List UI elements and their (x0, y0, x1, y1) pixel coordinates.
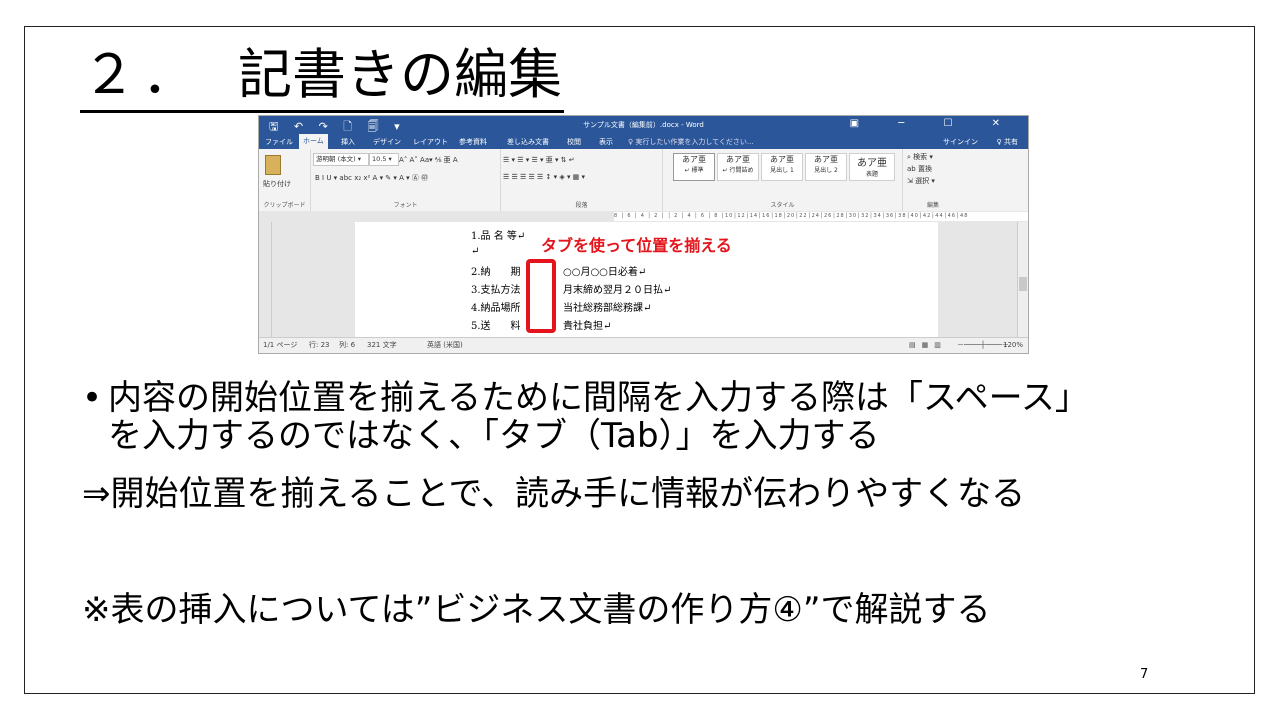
zoom-slider[interactable]: －────┼────＋ (957, 338, 1009, 353)
style-heading-1[interactable]: あア亜見出し 1 (761, 153, 803, 181)
doc-line-value: 当社総務部総務課↵ (563, 303, 652, 314)
doc-line-label: 3.支払方法 (471, 285, 521, 296)
group-styles: あア亜 ↵ 標準 あア亜 ↵ 行間詰め あア亜見出し 1 あア亜見出し 2 あア亜表… (663, 149, 903, 211)
bullet-point-1: • 内容の開始位置を揃えるために間隔を入力する際は「スペース」 (82, 378, 1089, 418)
style-sample: あア亜 (814, 155, 838, 164)
group-font: 游明朝 (本文) ▾ 10.5 ▾ A˄ A˅ Aa▾ ⅍ 亜 A B I U … (311, 149, 501, 211)
format-tools[interactable]: B I U ▾ abc x₂ x² A ▾ ✎ ▾ A ▾ Ⓐ ㊞ (315, 173, 428, 183)
tab-home[interactable]: ホーム (299, 134, 328, 149)
style-name: ↵ 標準 (684, 167, 704, 174)
doc-line-1: 1.品 名 等↵ (471, 227, 526, 242)
status-line: 行: 23 (309, 341, 330, 349)
slide-title-text: 記書きの編集 (238, 43, 562, 106)
tab-layout[interactable]: レイアウト (413, 137, 448, 147)
replace-button[interactable]: ab 置換 (907, 164, 932, 174)
doc-line-label: 1.品 名 等↵ (471, 231, 526, 242)
style-sample: あア亜 (770, 155, 794, 164)
vertical-ruler (259, 222, 272, 339)
tab-references[interactable]: 参考資料 (459, 137, 487, 147)
style-no-spacing[interactable]: あア亜 ↵ 行間詰め (717, 153, 759, 181)
group-label-clipboard: クリップボード (263, 202, 306, 209)
status-language[interactable]: 英語 (米国) (427, 338, 463, 353)
group-label-font: フォント (393, 202, 418, 209)
status-bar: 1/1 ページ 行: 23 列: 6 321 文字 英語 (米国) ▤▦▥ －─… (259, 337, 1028, 353)
document-area: 1.品 名 等↵ ↵ 2.納 期 ○○月○○日必着↵ 3.支払方法 月末締め翌月２０… (259, 222, 1028, 339)
status-page[interactable]: 1/1 ページ (263, 338, 297, 353)
style-sample: あア亜 (726, 155, 750, 164)
bullet-dot: • (82, 378, 103, 418)
doc-line-5: 4.納品場所 当社総務部総務課↵ (471, 299, 651, 314)
bullet-1-line2: を入力するのではなく、「タブ（Tab）」を入力する (108, 416, 880, 456)
doc-line-3: 2.納 期 ○○月○○日必着↵ (471, 263, 646, 278)
view-buttons-icon[interactable]: ▤▦▥ (909, 338, 947, 353)
note-statement: ※表の挿入については”ビジネス文書の作り方④”で解説する (82, 590, 991, 630)
style-name: ↵ 行間詰め (722, 167, 754, 174)
group-label-styles: スタイル (770, 202, 795, 209)
doc-line-label: ↵ (471, 246, 480, 257)
doc-line-value: 月末締め翌月２０日払↵ (563, 285, 672, 296)
share-button[interactable]: ♀ 共有 (997, 137, 1018, 147)
slide-title-number: ２． (82, 43, 202, 106)
group-label-paragraph: 段落 (575, 202, 588, 209)
tab-design[interactable]: デザイン (373, 137, 401, 147)
style-name: 見出し 2 (814, 167, 838, 174)
doc-line-4: 3.支払方法 月末締め翌月２０日払↵ (471, 281, 671, 296)
group-paragraph: ☰ ▾ ☰ ▾ ☰ ▾ 亜 ▾ ⇅ ↵ ☰ ☰ ☰ ☰ ☰ ↕ ▾ ◈ ▾ ▦ … (501, 149, 663, 211)
paste-icon[interactable] (265, 155, 281, 175)
word-screenshot: 🖫 ↶ ↷ 🗋 🗐 ▾ サンプル文書（編集前）.docx - Word ▣ ─ … (258, 115, 1029, 354)
document-page[interactable]: 1.品 名 等↵ ↵ 2.納 期 ○○月○○日必着↵ 3.支払方法 月末締め翌月２０… (355, 222, 938, 339)
scroll-thumb[interactable] (1019, 277, 1027, 291)
font-tools[interactable]: A˄ A˅ Aa▾ ⅍ 亜 A (399, 155, 458, 165)
tab-file[interactable]: ファイル (265, 137, 293, 147)
arrow-statement: ⇒開始位置を揃えることで、読み手に情報が伝わりやすくなる (82, 474, 1026, 514)
font-name-select[interactable]: 游明朝 (本文) ▾ (313, 153, 369, 166)
select-button[interactable]: ⇲ 選択 ▾ (907, 176, 935, 186)
group-editing: ⌕ 検索 ▾ ab 置換 ⇲ 選択 ▾ 編集 (903, 149, 963, 211)
paragraph-tools-row2[interactable]: ☰ ☰ ☰ ☰ ☰ ↕ ▾ ◈ ▾ ▦ ▾ (503, 173, 585, 181)
doc-line-label: 4.納品場所 (471, 303, 521, 314)
sign-in-link[interactable]: サインイン (943, 137, 978, 147)
bullet-1-line1: 内容の開始位置を揃えるために間隔を入力する際は「スペース」 (108, 378, 1089, 418)
doc-line-value: ○○月○○日必着↵ (563, 267, 647, 278)
ribbon: 貼り付け クリップボード 游明朝 (本文) ▾ 10.5 ▾ A˄ A˅ Aa▾… (259, 149, 1028, 212)
group-clipboard: 貼り付け クリップボード (259, 149, 311, 211)
tab-review[interactable]: 校閲 (567, 137, 581, 147)
ribbon-tabs: ファイル ホーム 挿入 デザイン レイアウト 参考資料 差し込み文書 校閲 表示… (259, 134, 1028, 149)
doc-line-2: ↵ (471, 246, 523, 257)
page-number: 7 (1140, 667, 1149, 682)
style-sample: あア亜 (682, 155, 706, 164)
tab-mailings[interactable]: 差し込み文書 (507, 137, 549, 147)
style-normal[interactable]: あア亜 ↵ 標準 (673, 153, 715, 181)
group-label-editing: 編集 (926, 202, 939, 209)
zoom-level[interactable]: 120% (1003, 338, 1023, 353)
doc-line-value: 貴社負担↵ (563, 321, 612, 332)
tab-highlight-box (526, 259, 556, 333)
style-heading-2[interactable]: あア亜見出し 2 (805, 153, 847, 181)
slide-title: ２． 記書きの編集 (80, 40, 564, 113)
paste-label[interactable]: 貼り付け (263, 179, 291, 189)
style-name: 見出し 1 (770, 167, 794, 174)
tab-view[interactable]: 表示 (599, 137, 613, 147)
horizontal-ruler[interactable]: 8 │ 6 │ 4 │ 2 │ │ 2 │ 4 │ 6 │ 8 │10│12│1… (259, 211, 1028, 222)
tab-callout-text: タブを使って位置を揃える (541, 236, 732, 255)
vertical-scrollbar[interactable] (1017, 222, 1028, 339)
tell-me-search[interactable]: ♀ 実行したい作業を入力してください... (628, 137, 754, 147)
doc-line-label: 2.納 期 (471, 267, 521, 278)
style-sample: あア亜 (857, 158, 887, 169)
find-button[interactable]: ⌕ 検索 ▾ (907, 152, 933, 162)
word-titlebar: 🖫 ↶ ↷ 🗋 🗐 ▾ サンプル文書（編集前）.docx - Word ▣ ─ … (259, 116, 1028, 134)
doc-line-6: 5.送 料 貴社負担↵ (471, 317, 611, 332)
paragraph-tools-row1[interactable]: ☰ ▾ ☰ ▾ ☰ ▾ 亜 ▾ ⇅ ↵ (503, 155, 575, 165)
window-controls[interactable]: ▣ ─ ☐ ✕ (850, 118, 1018, 129)
status-col: 列: 6 (339, 341, 356, 349)
style-title[interactable]: あア亜 表題 (849, 153, 895, 181)
tab-insert[interactable]: 挿入 (341, 137, 355, 147)
doc-line-label: 5.送 料 (471, 321, 521, 332)
font-size-select[interactable]: 10.5 ▾ (369, 153, 399, 166)
style-name: 表題 (865, 171, 878, 178)
ruler-numbers: 8 │ 6 │ 4 │ 2 │ │ 2 │ 4 │ 6 │ 8 │10│12│1… (614, 213, 969, 219)
status-word-count[interactable]: 321 文字 (367, 338, 397, 353)
